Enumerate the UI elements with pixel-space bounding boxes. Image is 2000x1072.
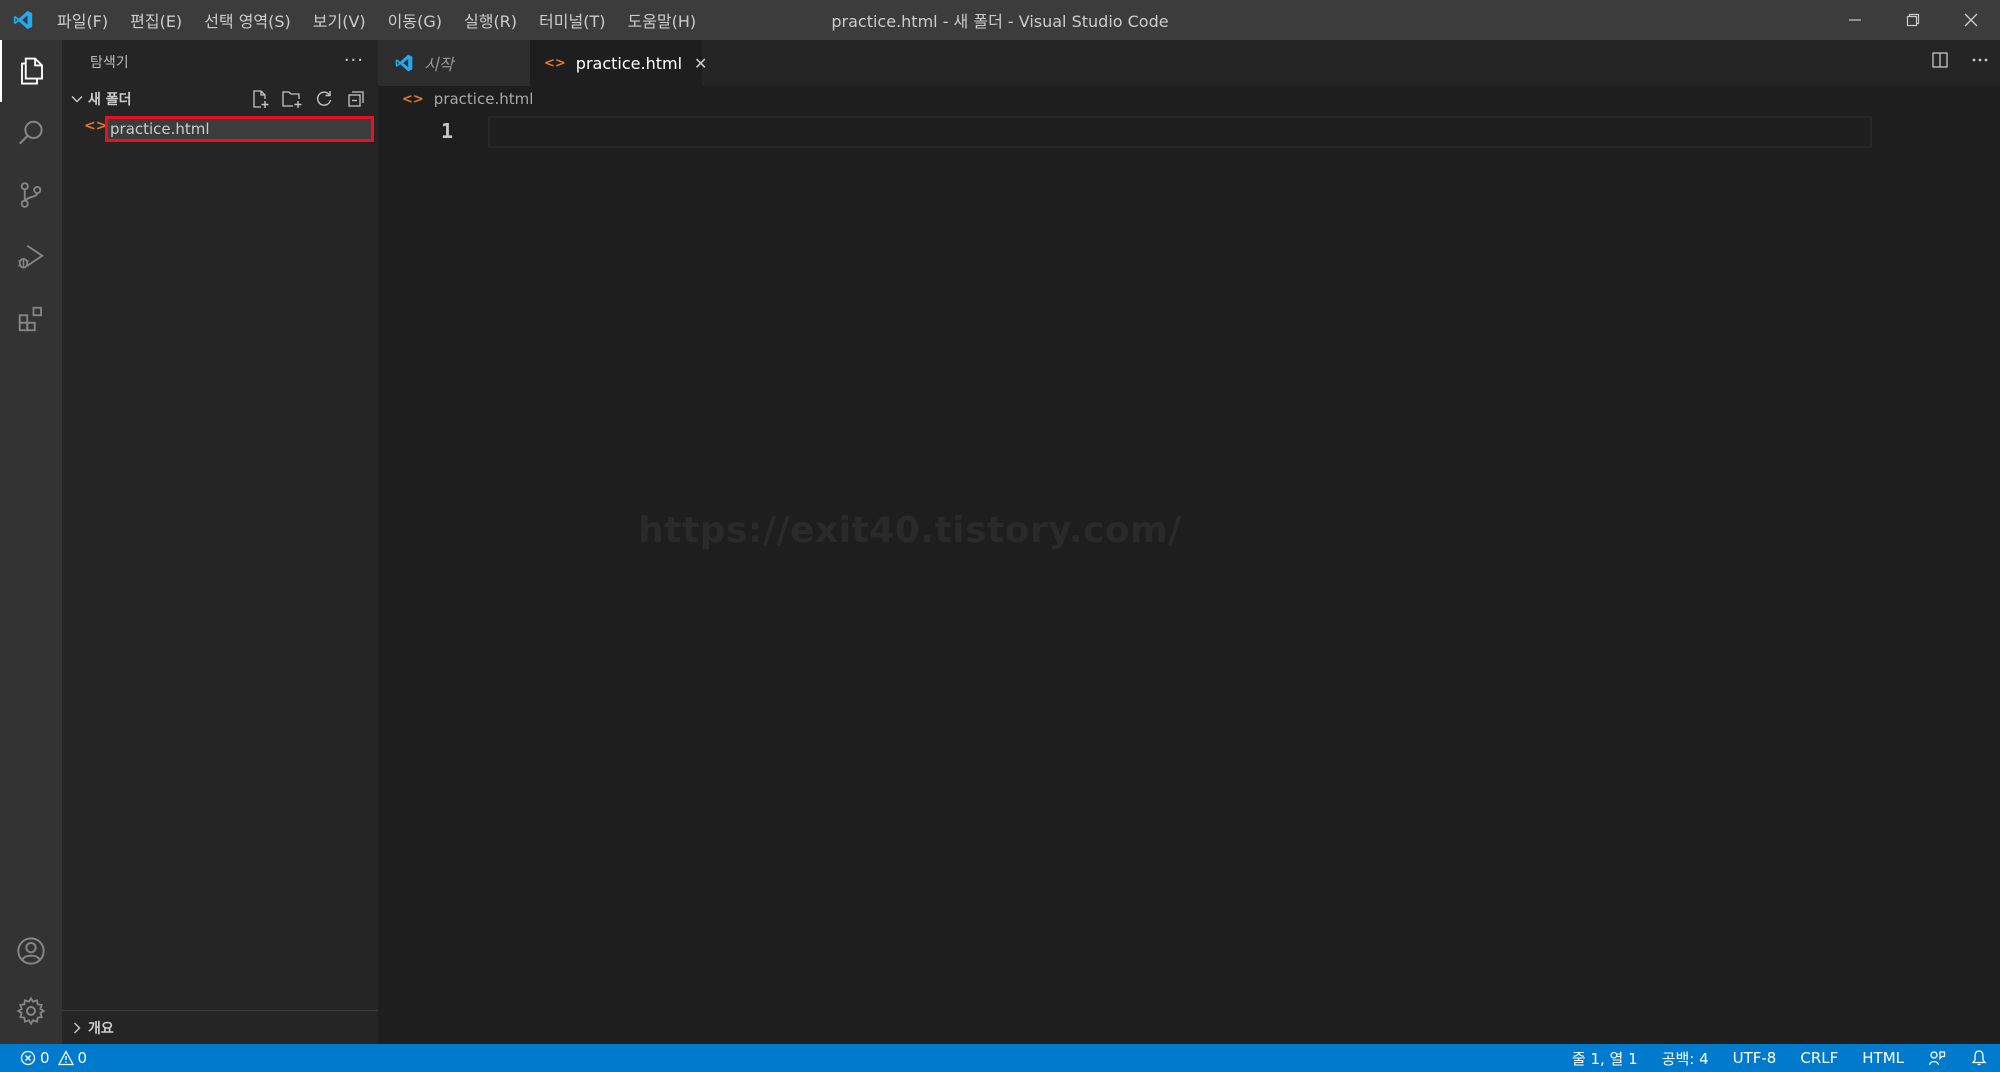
vscode-logo-icon — [0, 0, 46, 40]
problems-status[interactable]: 0 0 — [0, 1049, 87, 1067]
close-icon — [1964, 13, 1978, 27]
chevron-right-icon — [66, 1021, 88, 1035]
notifications-button[interactable] — [1958, 1044, 2000, 1072]
menu-selection[interactable]: 선택 영역(S) — [193, 0, 302, 40]
activity-source-control[interactable] — [0, 164, 62, 226]
minimize-icon — [1849, 19, 1861, 21]
title-bar: 파일(F) 편집(E) 선택 영역(S) 보기(V) 이동(G) 실행(R) 터… — [0, 0, 2000, 40]
menu-help[interactable]: 도움말(H) — [616, 0, 707, 40]
explorer-icon — [21, 57, 43, 85]
tab-start[interactable]: 시작 — [378, 40, 530, 86]
editor-tab-bar: 시작 <> practice.html ✕ — [378, 40, 2000, 86]
refresh-icon — [316, 91, 332, 106]
menu-go[interactable]: 이동(G) — [377, 0, 453, 40]
bell-icon — [1971, 1050, 1987, 1066]
activity-manage[interactable] — [0, 980, 62, 1042]
breadcrumb: <> practice.html — [378, 86, 2000, 112]
accounts-icon — [17, 937, 45, 965]
line-number: 1 — [440, 119, 453, 143]
menu-terminal[interactable]: 터미널(T) — [528, 0, 616, 40]
editor-more-button[interactable] — [1970, 50, 1990, 74]
status-bar: 0 0 줄 1, 열 1 공백: 4 UTF-8 CRLF HTML — [0, 1044, 2000, 1072]
feedback-button[interactable] — [1916, 1044, 1958, 1072]
run-debug-icon — [18, 244, 44, 269]
error-count: 0 — [40, 1049, 50, 1067]
current-line-highlight[interactable] — [488, 116, 1872, 148]
vscode-logo-icon — [394, 53, 414, 73]
encoding[interactable]: UTF-8 — [1721, 1044, 1789, 1072]
menu-file[interactable]: 파일(F) — [46, 0, 119, 40]
html-file-icon: <> — [84, 118, 108, 134]
activity-accounts[interactable] — [0, 920, 62, 982]
activity-extensions[interactable] — [0, 288, 62, 350]
activity-explorer[interactable] — [0, 40, 62, 102]
activity-search[interactable] — [0, 102, 62, 164]
search-icon — [18, 120, 43, 145]
collapse-all-icon — [348, 91, 364, 107]
refresh-button[interactable] — [312, 88, 336, 110]
tab-practice-html[interactable]: <> practice.html ✕ — [530, 40, 707, 86]
warning-count: 0 — [77, 1049, 88, 1067]
error-icon — [20, 1050, 36, 1066]
new-file-button[interactable] — [248, 88, 272, 110]
feedback-icon — [1928, 1051, 1946, 1066]
editor-scrollbar[interactable] — [1972, 112, 1992, 1044]
split-editor-icon — [1932, 52, 1948, 68]
folder-actions — [248, 88, 368, 110]
menu-bar: 파일(F) 편집(E) 선택 영역(S) 보기(V) 이동(G) 실행(R) 터… — [46, 0, 707, 40]
window-controls — [1826, 0, 2000, 40]
menu-edit[interactable]: 편집(E) — [119, 0, 193, 40]
activity-run-debug[interactable] — [0, 226, 62, 288]
collapse-all-button[interactable] — [344, 88, 368, 110]
menu-run[interactable]: 실행(R) — [453, 0, 528, 40]
end-of-line[interactable]: CRLF — [1788, 1044, 1850, 1072]
restore-button[interactable] — [1884, 0, 1942, 40]
outline-label: 개요 — [88, 1020, 114, 1037]
sidebar-more-actions[interactable]: ··· — [344, 50, 364, 71]
editor-actions — [1930, 50, 1990, 74]
tab-label: 시작 — [424, 55, 454, 74]
restore-icon — [1906, 13, 1920, 27]
source-control-icon — [20, 182, 42, 208]
html-file-icon: <> — [402, 91, 424, 107]
language-mode[interactable]: HTML — [1850, 1044, 1916, 1072]
tab-label: practice.html — [575, 53, 683, 73]
sidebar-title: 탐색기 — [90, 55, 129, 71]
html-file-icon: <> — [544, 55, 566, 71]
folder-name: 새 폴더 — [88, 92, 132, 108]
status-right: 줄 1, 열 1 공백: 4 UTF-8 CRLF HTML — [1560, 1044, 2000, 1072]
manage-gear-icon — [16, 996, 46, 1026]
indentation[interactable]: 공백: 4 — [1650, 1044, 1721, 1072]
file-tree-item[interactable]: <> — [62, 114, 378, 142]
new-folder-icon — [282, 91, 302, 108]
tab-close-button[interactable]: ✕ — [694, 54, 707, 73]
menu-view[interactable]: 보기(V) — [302, 0, 377, 40]
chevron-down-icon — [66, 92, 88, 106]
rename-file-input[interactable] — [105, 116, 374, 142]
warning-icon — [57, 1050, 74, 1066]
extensions-icon — [18, 306, 42, 332]
breadcrumb-file[interactable]: practice.html — [434, 90, 534, 108]
watermark-text: https://exit40.tistory.com/ — [638, 510, 1182, 551]
outline-section-header[interactable]: 개요 — [62, 1010, 378, 1044]
minimize-button[interactable] — [1826, 0, 1884, 40]
close-window-button[interactable] — [1942, 0, 2000, 40]
new-file-icon — [253, 90, 269, 108]
more-icon — [1972, 58, 1988, 62]
cursor-position[interactable]: 줄 1, 열 1 — [1560, 1044, 1650, 1072]
split-editor-button[interactable] — [1930, 50, 1950, 74]
new-folder-button[interactable] — [280, 88, 304, 110]
